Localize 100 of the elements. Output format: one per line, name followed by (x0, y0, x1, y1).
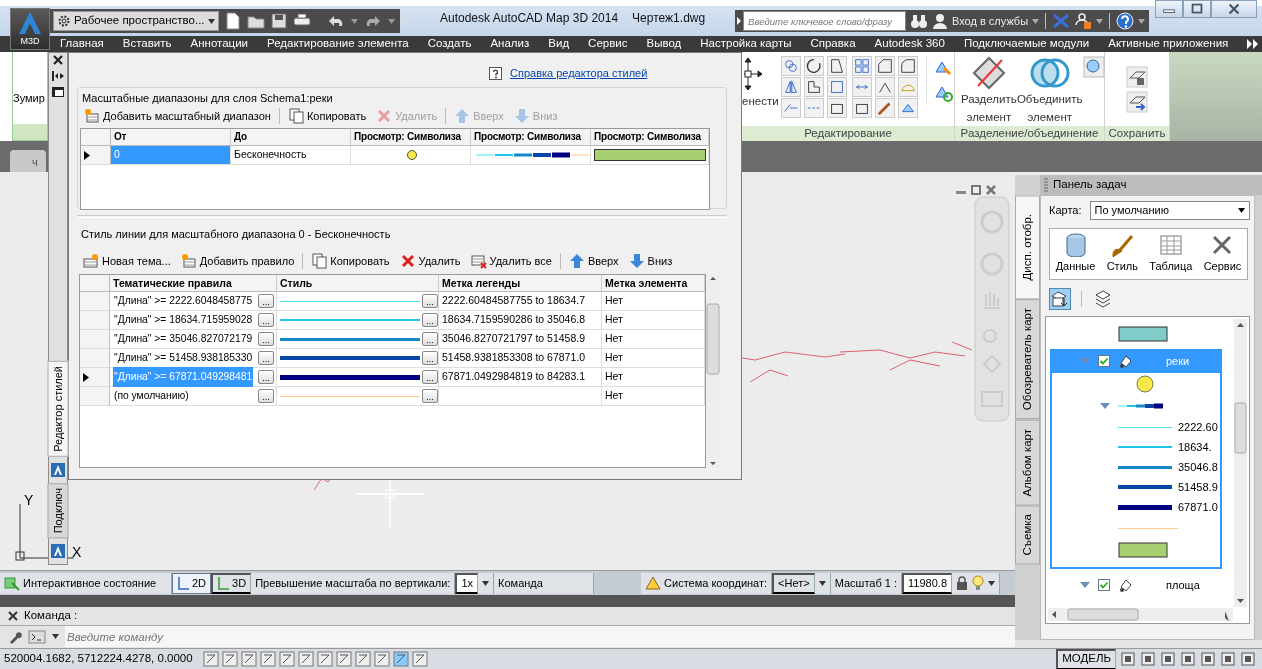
caret-icon[interactable] (988, 580, 995, 586)
help-icon[interactable] (489, 66, 502, 80)
row-header[interactable] (80, 368, 110, 387)
maximize-icon[interactable] (1183, 0, 1212, 18)
menu-tab[interactable]: Autodesk 360 (874, 35, 945, 53)
ellipsis-button[interactable]: ... (422, 389, 438, 403)
toolbar-button[interactable]: Новая тема... (79, 252, 175, 270)
properties-icon[interactable] (52, 87, 64, 97)
toolbar-button[interactable]: Удалить (395, 252, 465, 270)
edit-tool-icon[interactable] (827, 56, 847, 76)
print-icon[interactable] (292, 13, 311, 29)
app-logo-icon[interactable] (51, 544, 65, 558)
expand-triangle-icon[interactable] (1100, 402, 1110, 410)
restore-icon[interactable] (970, 184, 982, 196)
toolbar-button[interactable]: Удалить все (466, 252, 556, 270)
task-tool-button[interactable]: Стиль (1106, 233, 1138, 275)
menu-tab[interactable]: Сервис (588, 35, 628, 53)
rule-expression[interactable]: "Длина" >= 35046.827072179 (113, 329, 254, 349)
merge-feature-button[interactable]: Объединить элемент (1018, 56, 1081, 126)
menu-tab[interactable]: Вид (548, 35, 570, 53)
double-chevron-icon[interactable] (1247, 39, 1260, 49)
close-icon[interactable] (1211, 0, 1258, 18)
ellipsis-button[interactable]: ... (422, 351, 438, 365)
ellipsis-button[interactable]: ... (258, 313, 274, 327)
task-tool-button[interactable]: Данные (1055, 233, 1096, 275)
panel-tab[interactable]: Обозреватель карт (1015, 299, 1040, 420)
drafting-toggle-icon[interactable] (354, 651, 371, 667)
caret-icon[interactable] (818, 580, 826, 586)
edit-tool-icon[interactable] (804, 77, 824, 97)
menu-tab[interactable]: Создать (427, 35, 472, 53)
layer-export-icon[interactable] (1126, 91, 1148, 113)
command-input[interactable]: Введите команду (65, 626, 1015, 647)
ellipsis-button[interactable]: ... (258, 294, 274, 308)
auto-hide-icon[interactable] (52, 71, 64, 81)
caret-icon[interactable] (52, 634, 59, 639)
coordinate-system-dropdown[interactable]: <Нет> (772, 572, 815, 594)
panel-tab[interactable]: Дисп. отобр. (1015, 195, 1040, 300)
menu-tab[interactable]: Активные приложения (1108, 35, 1229, 53)
checkbox[interactable] (1098, 355, 1110, 367)
binoculars-icon[interactable] (910, 13, 928, 29)
drafting-toggle-icon[interactable] (297, 651, 314, 667)
map-dropdown[interactable]: По умолчанию (1089, 201, 1250, 220)
interactive-state-icon[interactable] (4, 575, 20, 591)
edit-tool-icon[interactable] (898, 56, 918, 76)
wrench-icon[interactable] (8, 629, 22, 644)
menu-tab[interactable]: Вставить (122, 35, 172, 53)
task-tool-button[interactable]: Сервис (1203, 233, 1242, 275)
view-mode-button[interactable]: 3D (211, 572, 252, 594)
drafting-toggle-icon[interactable] (373, 651, 390, 667)
toolbar-button[interactable]: Копировать (283, 107, 371, 125)
app-menu-button[interactable]: M3D (10, 8, 50, 50)
ellipsis-button[interactable]: ... (258, 332, 274, 346)
layer-row[interactable]: площа (1050, 573, 1222, 597)
toolbar-button[interactable]: Вниз (624, 252, 677, 270)
ellipsis-button[interactable]: ... (422, 313, 438, 327)
minimize-icon[interactable] (1155, 0, 1184, 18)
cloud-user-icon[interactable] (1074, 12, 1093, 30)
task-tool-button[interactable]: Таблица (1149, 233, 1193, 275)
drafting-toggle-icon[interactable] (221, 651, 238, 667)
save-icon[interactable] (270, 13, 287, 29)
ellipsis-button[interactable]: ... (422, 332, 438, 346)
drafting-toggle-icon[interactable] (259, 651, 276, 667)
menu-tab[interactable]: Вывод (646, 35, 682, 53)
search-field[interactable]: Введите ключевое слово/фразу (743, 11, 906, 31)
rule-expression[interactable]: "Длина" >= 51458.938185330 (113, 348, 254, 368)
view-mode-button[interactable]: 2D (172, 572, 212, 594)
close-icon[interactable] (8, 611, 18, 621)
menu-tab[interactable]: Редактирование элемента (267, 35, 409, 53)
new-file-icon[interactable] (224, 12, 241, 30)
open-folder-icon[interactable] (246, 13, 265, 29)
drafting-toggle-icon[interactable] (240, 651, 257, 667)
ellipsis-button[interactable]: ... (422, 370, 438, 384)
model-space-button[interactable]: МОДЕЛЬ (1056, 648, 1116, 669)
menu-tab[interactable]: Настройка карты (700, 35, 792, 53)
grip-icon[interactable] (1044, 178, 1048, 192)
ellipsis-button[interactable]: ... (422, 294, 438, 308)
edit-tool-icon[interactable] (827, 98, 847, 118)
toolbar-button[interactable]: Добавить масштабный диапазон (80, 107, 275, 125)
menu-tab[interactable]: Главная (60, 35, 104, 53)
ellipsis-button[interactable]: ... (258, 370, 274, 384)
palette-tab[interactable]: Подключ (47, 482, 69, 538)
rule-expression[interactable]: (по умолчанию) (113, 386, 190, 406)
menu-tab[interactable]: Подключаемые модули (963, 35, 1090, 53)
checkbox[interactable] (1098, 579, 1110, 591)
layer-save-icon[interactable] (1126, 66, 1148, 88)
exaggeration-dropdown[interactable]: 1x (455, 572, 479, 594)
command-prompt-icon[interactable] (28, 629, 46, 644)
drafting-toggle-icon[interactable] (392, 651, 409, 667)
caret-icon[interactable] (482, 580, 490, 586)
drafting-toggle-icon[interactable] (316, 651, 333, 667)
panel-tab[interactable]: Съемка (1015, 505, 1040, 565)
scale-field[interactable]: 11980.8 (902, 572, 952, 594)
user-icon[interactable] (932, 13, 948, 29)
rule-expression[interactable]: "Длина" >= 18634.715959028 (113, 310, 254, 330)
menu-tab[interactable]: Справка (810, 35, 856, 53)
edit-tool-icon[interactable] (804, 56, 824, 76)
expand-triangle-icon[interactable] (1080, 581, 1090, 589)
ribbon-button[interactable]: Зумир (13, 92, 45, 104)
row-header[interactable] (81, 146, 111, 165)
help-link[interactable]: Справка редактора стилей (510, 64, 648, 82)
